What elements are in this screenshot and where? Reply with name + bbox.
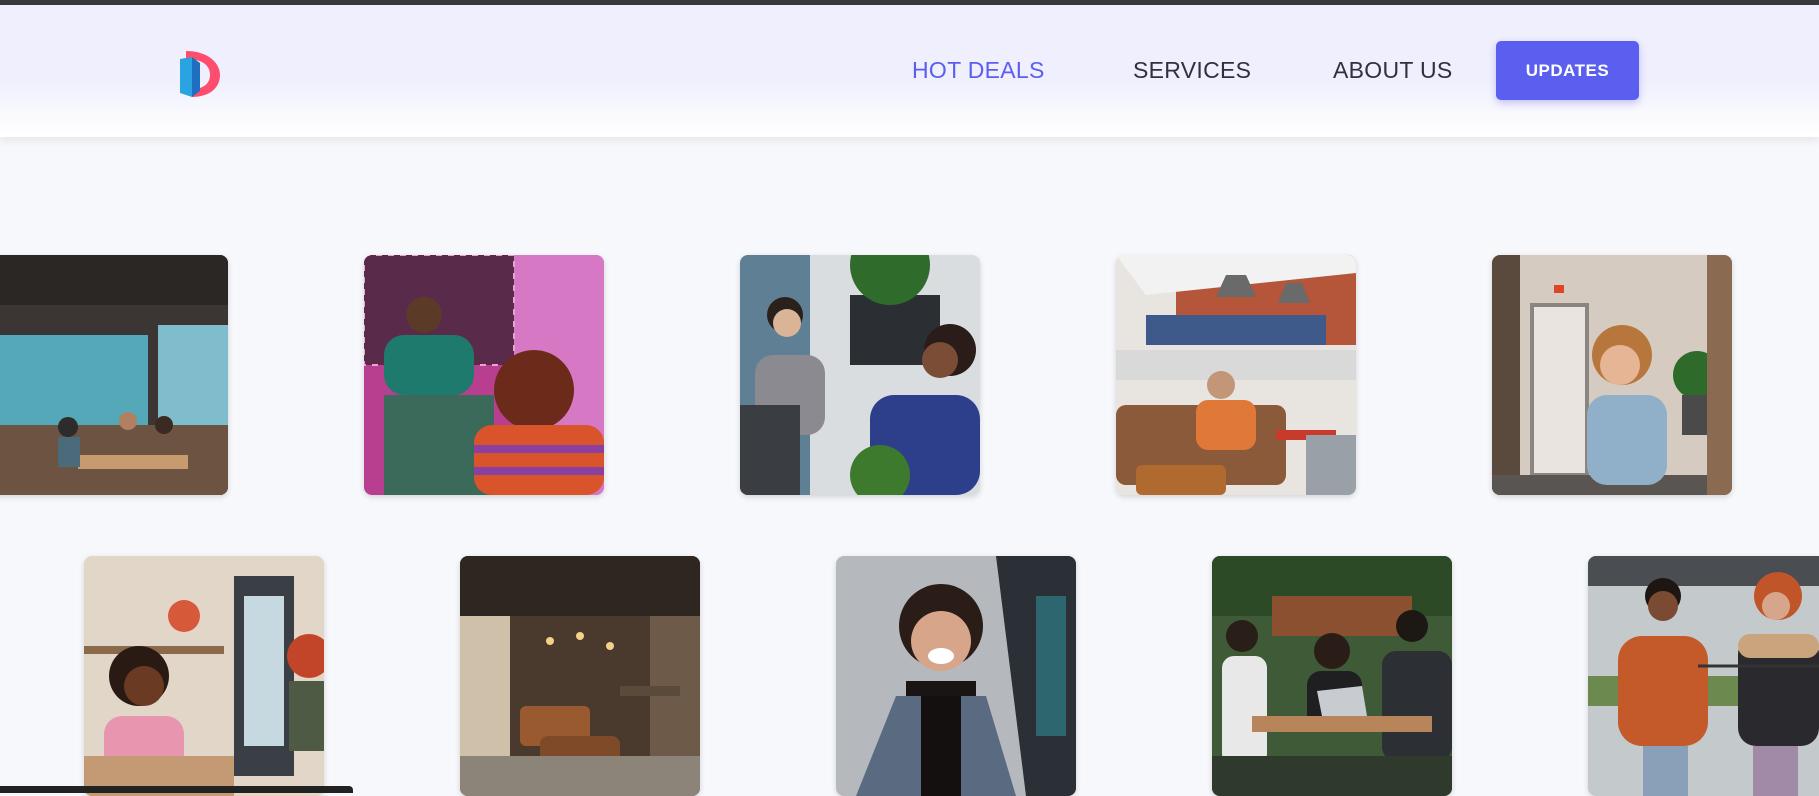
nav-hot-deals[interactable]: HOT DEALS (912, 57, 1045, 84)
gallery-photo[interactable] (0, 255, 228, 495)
gallery-photo[interactable] (1588, 556, 1819, 796)
gallery-photo[interactable] (364, 255, 604, 495)
gallery-photo[interactable] (460, 556, 700, 796)
gallery-photo[interactable] (1492, 255, 1732, 495)
gallery-photo[interactable] (740, 255, 980, 495)
gallery-photo[interactable] (1212, 556, 1452, 796)
site-header: HOT DEALS SERVICES ABOUT US UPDATES (0, 5, 1819, 137)
nav-about-us[interactable]: ABOUT US (1333, 57, 1453, 84)
nav-services[interactable]: SERVICES (1133, 57, 1251, 84)
bottom-scroll-indicator (0, 786, 353, 793)
gallery-photo[interactable] (836, 556, 1076, 796)
gallery-photo[interactable] (1116, 255, 1356, 495)
gallery-photo[interactable] (84, 556, 324, 796)
logo-icon[interactable] (178, 49, 220, 99)
updates-button[interactable]: UPDATES (1496, 41, 1639, 100)
